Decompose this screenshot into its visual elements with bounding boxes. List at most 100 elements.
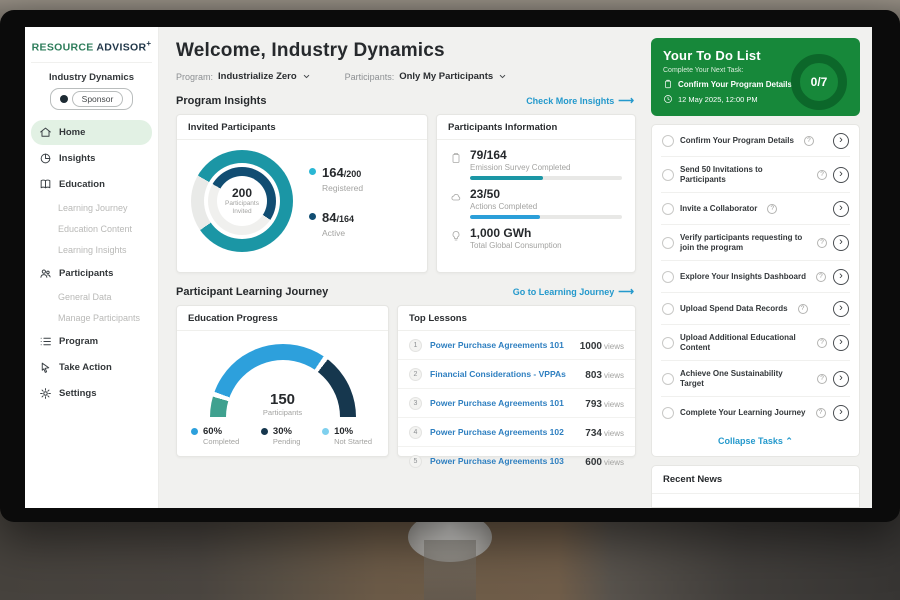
help-icon[interactable]: ? (817, 170, 827, 180)
legend-dot-active (309, 213, 316, 220)
task-checkbox[interactable] (662, 203, 674, 215)
section-title: Participant Learning Journey (176, 286, 328, 298)
gauge-legend: 60%Completed 30%Pending 10%Not Started (177, 417, 388, 446)
dashboard-screen: RESOURCE ADVISOR+ Industry Dynamics Spon… (25, 27, 872, 508)
sidebar-item-education-content[interactable]: Education Content (31, 219, 152, 239)
chevron-down-icon (498, 72, 507, 81)
help-icon[interactable]: ? (817, 238, 827, 248)
task-label: Send 50 Invitations to Participants (680, 165, 807, 185)
task-checkbox[interactable] (662, 271, 674, 283)
help-icon[interactable]: ? (798, 304, 808, 314)
logo-resource: RESOURCE (32, 42, 94, 54)
legend-label: Completed (203, 437, 239, 446)
chevron-right-icon[interactable]: › (833, 133, 849, 149)
sidebar-item-label: Settings (59, 388, 96, 399)
chevron-right-icon[interactable]: › (833, 371, 849, 387)
due-date-label: 12 May 2025, 12:00 PM (678, 95, 758, 104)
help-icon[interactable]: ? (817, 338, 827, 348)
filter-bar: Program: Industrialize Zero Participants… (176, 71, 636, 82)
lesson-rank: 1 (409, 339, 422, 352)
sidebar-item-manage-participants[interactable]: Manage Participants (31, 308, 152, 328)
program-insights-header: Program Insights Check More Insights⟶ (176, 95, 634, 107)
lesson-link[interactable]: Power Purchase Agreements 101 (430, 340, 572, 350)
gauge-center-value: 150 (210, 391, 356, 408)
sidebar-item-insights[interactable]: Insights (31, 146, 152, 171)
task-row: Send 50 Invitations to Participants ? › (661, 157, 850, 193)
lesson-views: 1000 (580, 341, 602, 352)
chevron-right-icon[interactable]: › (833, 335, 849, 351)
sidebar-item-learning-journey[interactable]: Learning Journey (31, 198, 152, 218)
insights-cards-row: Invited Participants 200 Participants In… (176, 114, 636, 273)
sidebar-item-general-data[interactable]: General Data (31, 287, 152, 307)
task-row: Complete Your Learning Journey ? › (661, 397, 850, 428)
sidebar-item-learning-insights[interactable]: Learning Insights (31, 240, 152, 260)
sidebar-item-label: General Data (58, 292, 112, 302)
sidebar-item-program[interactable]: Program (31, 329, 152, 354)
help-icon[interactable]: ? (817, 374, 827, 384)
sidebar-item-label: Manage Participants (58, 313, 140, 323)
sidebar-item-settings[interactable]: Settings (31, 381, 152, 406)
lesson-views: 734 (585, 428, 602, 439)
task-checkbox[interactable] (662, 407, 674, 419)
legend-dot-completed (191, 428, 198, 435)
task-checkbox[interactable] (662, 237, 674, 249)
task-checkbox[interactable] (662, 337, 674, 349)
registered-value: 164 (322, 165, 344, 180)
legend-dot-pending (261, 428, 268, 435)
chevron-right-icon[interactable]: › (833, 269, 849, 285)
monitor-bezel: RESOURCE ADVISOR+ Industry Dynamics Spon… (0, 10, 900, 522)
next-task-label: Confirm Your Program Details (678, 80, 792, 89)
education-progress-card: Education Progress 150 Participants 60%C… (176, 305, 389, 457)
lesson-link[interactable]: Financial Considerations - VPPAs (430, 369, 577, 379)
sidebar-item-education[interactable]: Education (31, 172, 152, 197)
sidebar-item-label: Education (59, 179, 105, 190)
collapse-tasks-link[interactable]: Collapse Tasks ⌃ (661, 428, 850, 456)
task-checkbox[interactable] (662, 373, 674, 385)
task-row: Upload Spend Data Records ? › (661, 293, 850, 325)
task-checkbox[interactable] (662, 135, 674, 147)
card-title: Top Lessons (398, 306, 635, 331)
lesson-link[interactable]: Power Purchase Agreements 102 (430, 427, 577, 437)
sidebar-item-label: Participants (59, 268, 113, 279)
sidebar-item-label: Learning Insights (58, 245, 127, 255)
task-row: Achieve One Sustainability Target ? › (661, 361, 850, 397)
stat-consumption: 1,000 GWh Total Global Consumption (450, 226, 622, 254)
task-label: Explore Your Insights Dashboard (680, 272, 806, 282)
help-icon[interactable]: ? (767, 204, 777, 214)
participants-dropdown[interactable]: Participants: Only My Participants (345, 71, 508, 82)
lesson-link[interactable]: Power Purchase Agreements 103 (430, 456, 577, 466)
chevron-right-icon[interactable]: › (833, 201, 849, 217)
task-checkbox[interactable] (662, 303, 674, 315)
top-lessons-card: Top Lessons 1 Power Purchase Agreements … (397, 305, 636, 457)
active-total: /164 (336, 214, 354, 224)
help-icon[interactable]: ? (816, 408, 826, 418)
recent-news-card: Recent News (651, 465, 860, 508)
go-to-learning-journey-link[interactable]: Go to Learning Journey⟶ (513, 287, 634, 298)
sidebar-item-label: Home (59, 127, 85, 138)
chevron-right-icon[interactable]: › (833, 301, 849, 317)
check-more-insights-link[interactable]: Check More Insights⟶ (526, 96, 634, 107)
todo-panel: Your To Do List Complete Your Next Task:… (645, 27, 872, 508)
task-checkbox[interactable] (662, 169, 674, 181)
sidebar-item-participants[interactable]: Participants (31, 261, 152, 286)
chevron-right-icon[interactable]: › (833, 235, 849, 251)
sidebar-item-home[interactable]: Home (31, 120, 152, 145)
lesson-row: 4 Power Purchase Agreements 102 734views (398, 418, 635, 447)
active-value: 84 (322, 210, 336, 225)
gauge-center-label: Participants (210, 408, 356, 417)
help-icon[interactable]: ? (804, 136, 814, 146)
stat-value: 79/164 (470, 148, 622, 162)
program-dropdown[interactable]: Program: Industrialize Zero (176, 71, 311, 82)
chevron-right-icon[interactable]: › (833, 167, 849, 183)
actions-progress-bar (470, 215, 622, 219)
main-column: Welcome, Industry Dynamics Program: Indu… (159, 27, 645, 508)
help-icon[interactable]: ? (816, 272, 826, 282)
sidebar-item-take-action[interactable]: Take Action (31, 355, 152, 380)
lesson-link[interactable]: Power Purchase Agreements 101 (430, 398, 577, 408)
section-title: Program Insights (176, 95, 266, 107)
invited-donut-chart: 200 Participants Invited (191, 150, 293, 252)
chevron-right-icon[interactable]: › (833, 405, 849, 421)
legend-not-started: 10%Not Started (322, 426, 372, 446)
book-icon (39, 178, 52, 191)
task-row: Verify participants requesting to join t… (661, 225, 850, 261)
